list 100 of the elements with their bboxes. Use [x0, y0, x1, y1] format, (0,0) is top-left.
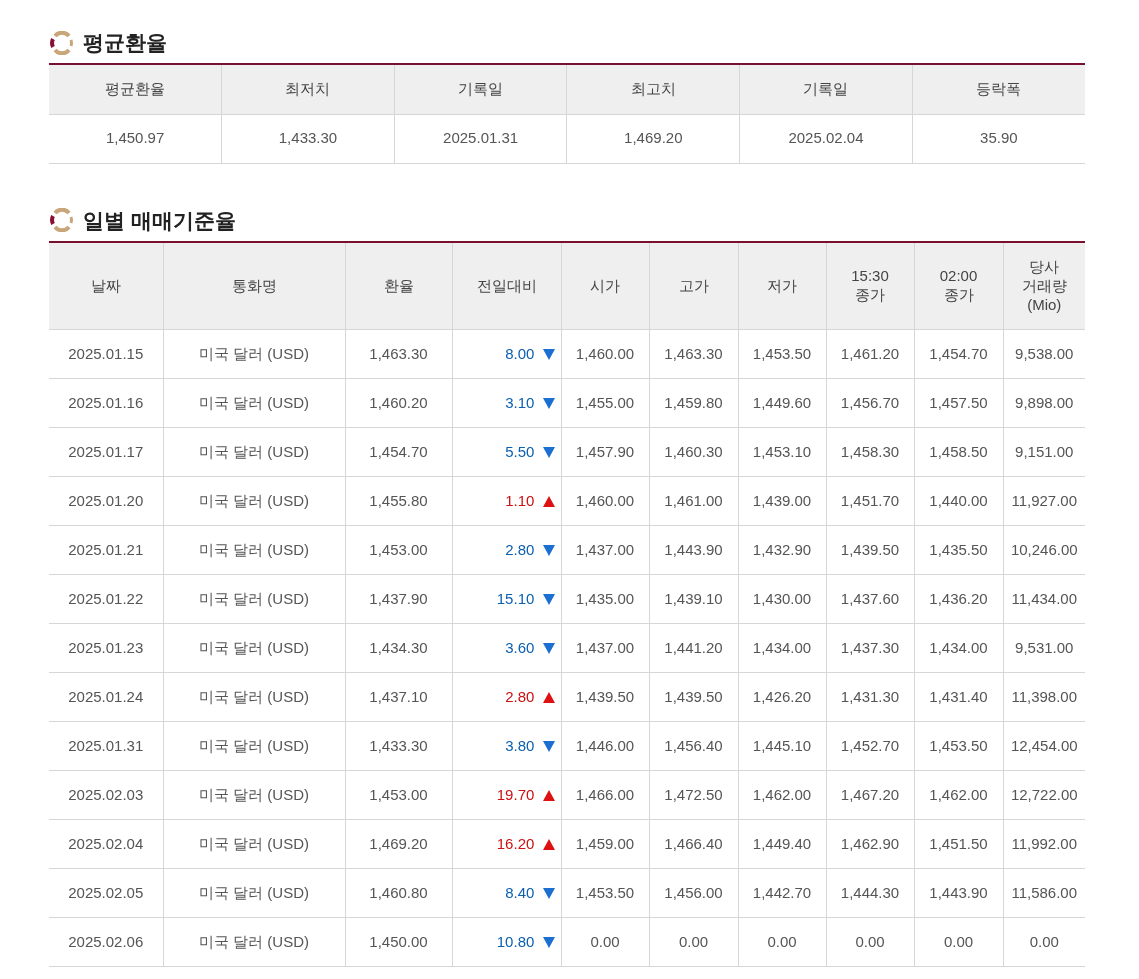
table-cell: 1,454.70 — [914, 329, 1003, 379]
table-cell: 1,461.00 — [649, 476, 738, 526]
table-cell: 1,453.50 — [561, 868, 649, 918]
column-header: 전일대비 — [452, 241, 561, 330]
table-cell: 1,456.40 — [649, 721, 738, 771]
table-cell: 1,469.20 — [566, 114, 740, 164]
table-cell: 1,434.30 — [345, 623, 452, 673]
ring-icon — [49, 208, 75, 233]
table-cell: 2025.01.20 — [49, 476, 163, 526]
table-cell: 2025.02.05 — [49, 868, 163, 918]
table-cell: 2025.01.22 — [49, 574, 163, 624]
table-cell: 1,440.00 — [914, 476, 1003, 526]
table-cell-text: 1.10 — [505, 492, 536, 510]
table-cell: 1,459.00 — [561, 819, 649, 869]
table-cell: 1,462.00 — [738, 770, 826, 820]
table-cell: 2025.01.16 — [49, 378, 163, 428]
table-cell: 1,452.70 — [826, 721, 914, 771]
table-cell: 1,439.50 — [826, 525, 914, 575]
table-cell: 1,436.20 — [914, 574, 1003, 624]
table-cell-text: 3.80 — [505, 737, 536, 755]
table-cell: 미국 달러 (USD) — [163, 868, 345, 918]
table-cell: 미국 달러 (USD) — [163, 427, 345, 477]
table-cell: 미국 달러 (USD) — [163, 819, 345, 869]
table-cell: 0.00 — [561, 917, 649, 967]
table-cell: 1,472.50 — [649, 770, 738, 820]
table-cell: 1,449.60 — [738, 378, 826, 428]
table-cell-text: 3.10 — [505, 394, 536, 412]
table-cell: 미국 달러 (USD) — [163, 623, 345, 673]
table-cell: 1,435.50 — [914, 525, 1003, 575]
table-cell-text: 3.60 — [505, 639, 536, 657]
table-cell-text: 15.10 — [496, 590, 536, 608]
table-cell: 1,463.30 — [649, 329, 738, 379]
table-cell: 1,462.00 — [914, 770, 1003, 820]
table-cell: 1,456.70 — [826, 378, 914, 428]
table-cell: 2025.01.24 — [49, 672, 163, 722]
table-cell-text: 5.50 — [505, 443, 536, 461]
table-cell: 1,439.10 — [649, 574, 738, 624]
table-cell: 1,466.00 — [561, 770, 649, 820]
table-cell: 2025.01.15 — [49, 329, 163, 379]
table-cell: 미국 달러 (USD) — [163, 329, 345, 379]
table-cell: 2025.02.04 — [739, 114, 913, 164]
column-header: 기록일 — [739, 64, 913, 115]
table-cell: 1,451.50 — [914, 819, 1003, 869]
table-cell: 1,451.70 — [826, 476, 914, 526]
table-cell: 1,431.30 — [826, 672, 914, 722]
table-cell: 0.00 — [738, 917, 826, 967]
table-cell: 1,431.40 — [914, 672, 1003, 722]
column-header: 날짜 — [49, 241, 163, 330]
column-header: 등락폭 — [912, 64, 1085, 115]
table-cell: 1,459.80 — [649, 378, 738, 428]
section-title: 평균환율 — [83, 30, 167, 56]
table-cell: 1,450.97 — [49, 114, 222, 164]
column-header: 시가 — [561, 241, 649, 330]
table-cell: 1,435.00 — [561, 574, 649, 624]
table-cell-text: 2.80 — [505, 688, 536, 706]
section-title: 일별 매매기준율 — [83, 207, 236, 233]
table-cell-text: 19.70 — [496, 786, 536, 804]
table-cell: 1,461.20 — [826, 329, 914, 379]
column-header: 15:30 종가 — [826, 241, 914, 330]
table-cell: 1,441.20 — [649, 623, 738, 673]
table-cell: 1,442.70 — [738, 868, 826, 918]
column-header: 환율 — [345, 241, 452, 330]
table-cell: 1,453.00 — [345, 525, 452, 575]
table-cell-text: 8.00 — [505, 345, 536, 363]
table-cell: 1,437.00 — [561, 525, 649, 575]
column-header: 평균환율 — [49, 64, 222, 115]
table-cell: 1,437.00 — [561, 623, 649, 673]
table-cell-text: 16.20 — [496, 835, 536, 853]
table-cell-text: 2.80 — [505, 541, 536, 559]
table-cell: 2025.01.31 — [49, 721, 163, 771]
table-cell: 1,434.00 — [914, 623, 1003, 673]
table-cell: 0.00 — [914, 917, 1003, 967]
table-cell: 1,443.90 — [649, 525, 738, 575]
table-cell: 1,437.30 — [826, 623, 914, 673]
table-cell: 1,434.00 — [738, 623, 826, 673]
column-header: 당사 거래량 (Mio) — [1003, 241, 1085, 330]
table-cell: 1,453.50 — [914, 721, 1003, 771]
table-cell: 1,460.00 — [561, 476, 649, 526]
table-cell: 미국 달러 (USD) — [163, 770, 345, 820]
table-cell: 1,460.00 — [561, 329, 649, 379]
table-cell: 2025.02.03 — [49, 770, 163, 820]
table-cell: 2025.01.23 — [49, 623, 163, 673]
table-cell: 1,457.50 — [914, 378, 1003, 428]
table-cell: 1,458.50 — [914, 427, 1003, 477]
table-cell: 1,454.70 — [345, 427, 452, 477]
table-cell: 미국 달러 (USD) — [163, 476, 345, 526]
table-cell: 미국 달러 (USD) — [163, 721, 345, 771]
table-cell: 0.00 — [826, 917, 914, 967]
table-cell: 1,433.30 — [221, 114, 395, 164]
table-cell: 1,455.80 — [345, 476, 452, 526]
table-cell: 1,439.00 — [738, 476, 826, 526]
table-cell: 1,439.50 — [649, 672, 738, 722]
table-cell: 1,432.90 — [738, 525, 826, 575]
table-cell: 미국 달러 (USD) — [163, 917, 345, 967]
table-cell: 1,445.10 — [738, 721, 826, 771]
table-cell: 1,458.30 — [826, 427, 914, 477]
table-cell: 1,467.20 — [826, 770, 914, 820]
table-cell-text: 10.80 — [496, 933, 536, 951]
table-cell: 1,443.90 — [914, 868, 1003, 918]
table-cell: 2025.01.21 — [49, 525, 163, 575]
